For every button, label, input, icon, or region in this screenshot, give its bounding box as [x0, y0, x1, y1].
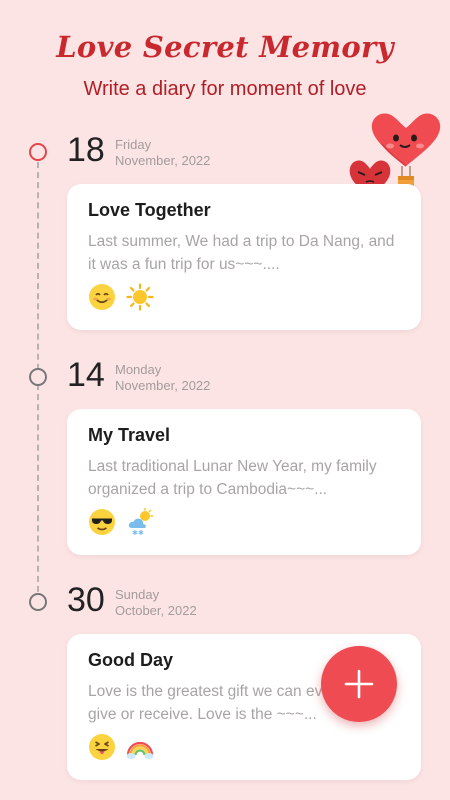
- timeline-dot: [29, 368, 47, 386]
- card-title: My Travel: [88, 425, 171, 445]
- diary-card[interactable]: Love Together Last summer, We had a trip…: [67, 184, 421, 330]
- plus-icon: [344, 669, 374, 699]
- svg-text:✱: ✱: [138, 529, 144, 536]
- card-body: Last summer, We had a trip to Da Nang, a…: [88, 233, 395, 273]
- entry-day: 30: [67, 581, 105, 619]
- tongue-face-icon: [89, 734, 115, 760]
- entry-weekday: Sunday: [115, 587, 160, 602]
- entry-day: 18: [67, 131, 105, 169]
- diary-card[interactable]: My Travel Last traditional Lunar New Yea…: [67, 409, 421, 555]
- app-subtitle: Write a diary for moment of love: [83, 78, 367, 100]
- entry-month-year: November, 2022: [115, 378, 211, 393]
- entry-month-year: October, 2022: [115, 603, 197, 618]
- entry-day: 14: [67, 356, 105, 394]
- sunglasses-face-icon: [89, 509, 115, 535]
- card-title: Good Day: [88, 650, 174, 670]
- card-body: Last traditional Lunar New Year, my fami…: [88, 458, 377, 498]
- snow-cloud-sun-icon: ✱ ✱: [128, 508, 154, 536]
- app-title: Love Secret Memory: [56, 30, 394, 64]
- smiling-face-icon: [89, 284, 115, 310]
- add-entry-button[interactable]: [321, 646, 397, 722]
- entry-weekday: Friday: [115, 137, 152, 152]
- rainbow-icon: [126, 741, 154, 759]
- timeline-dot-active: [29, 143, 47, 161]
- card-title: Love Together: [88, 200, 211, 220]
- sun-icon: [126, 283, 154, 311]
- entry-month-year: November, 2022: [115, 153, 211, 168]
- timeline-dot: [29, 593, 47, 611]
- entry-weekday: Monday: [115, 362, 162, 377]
